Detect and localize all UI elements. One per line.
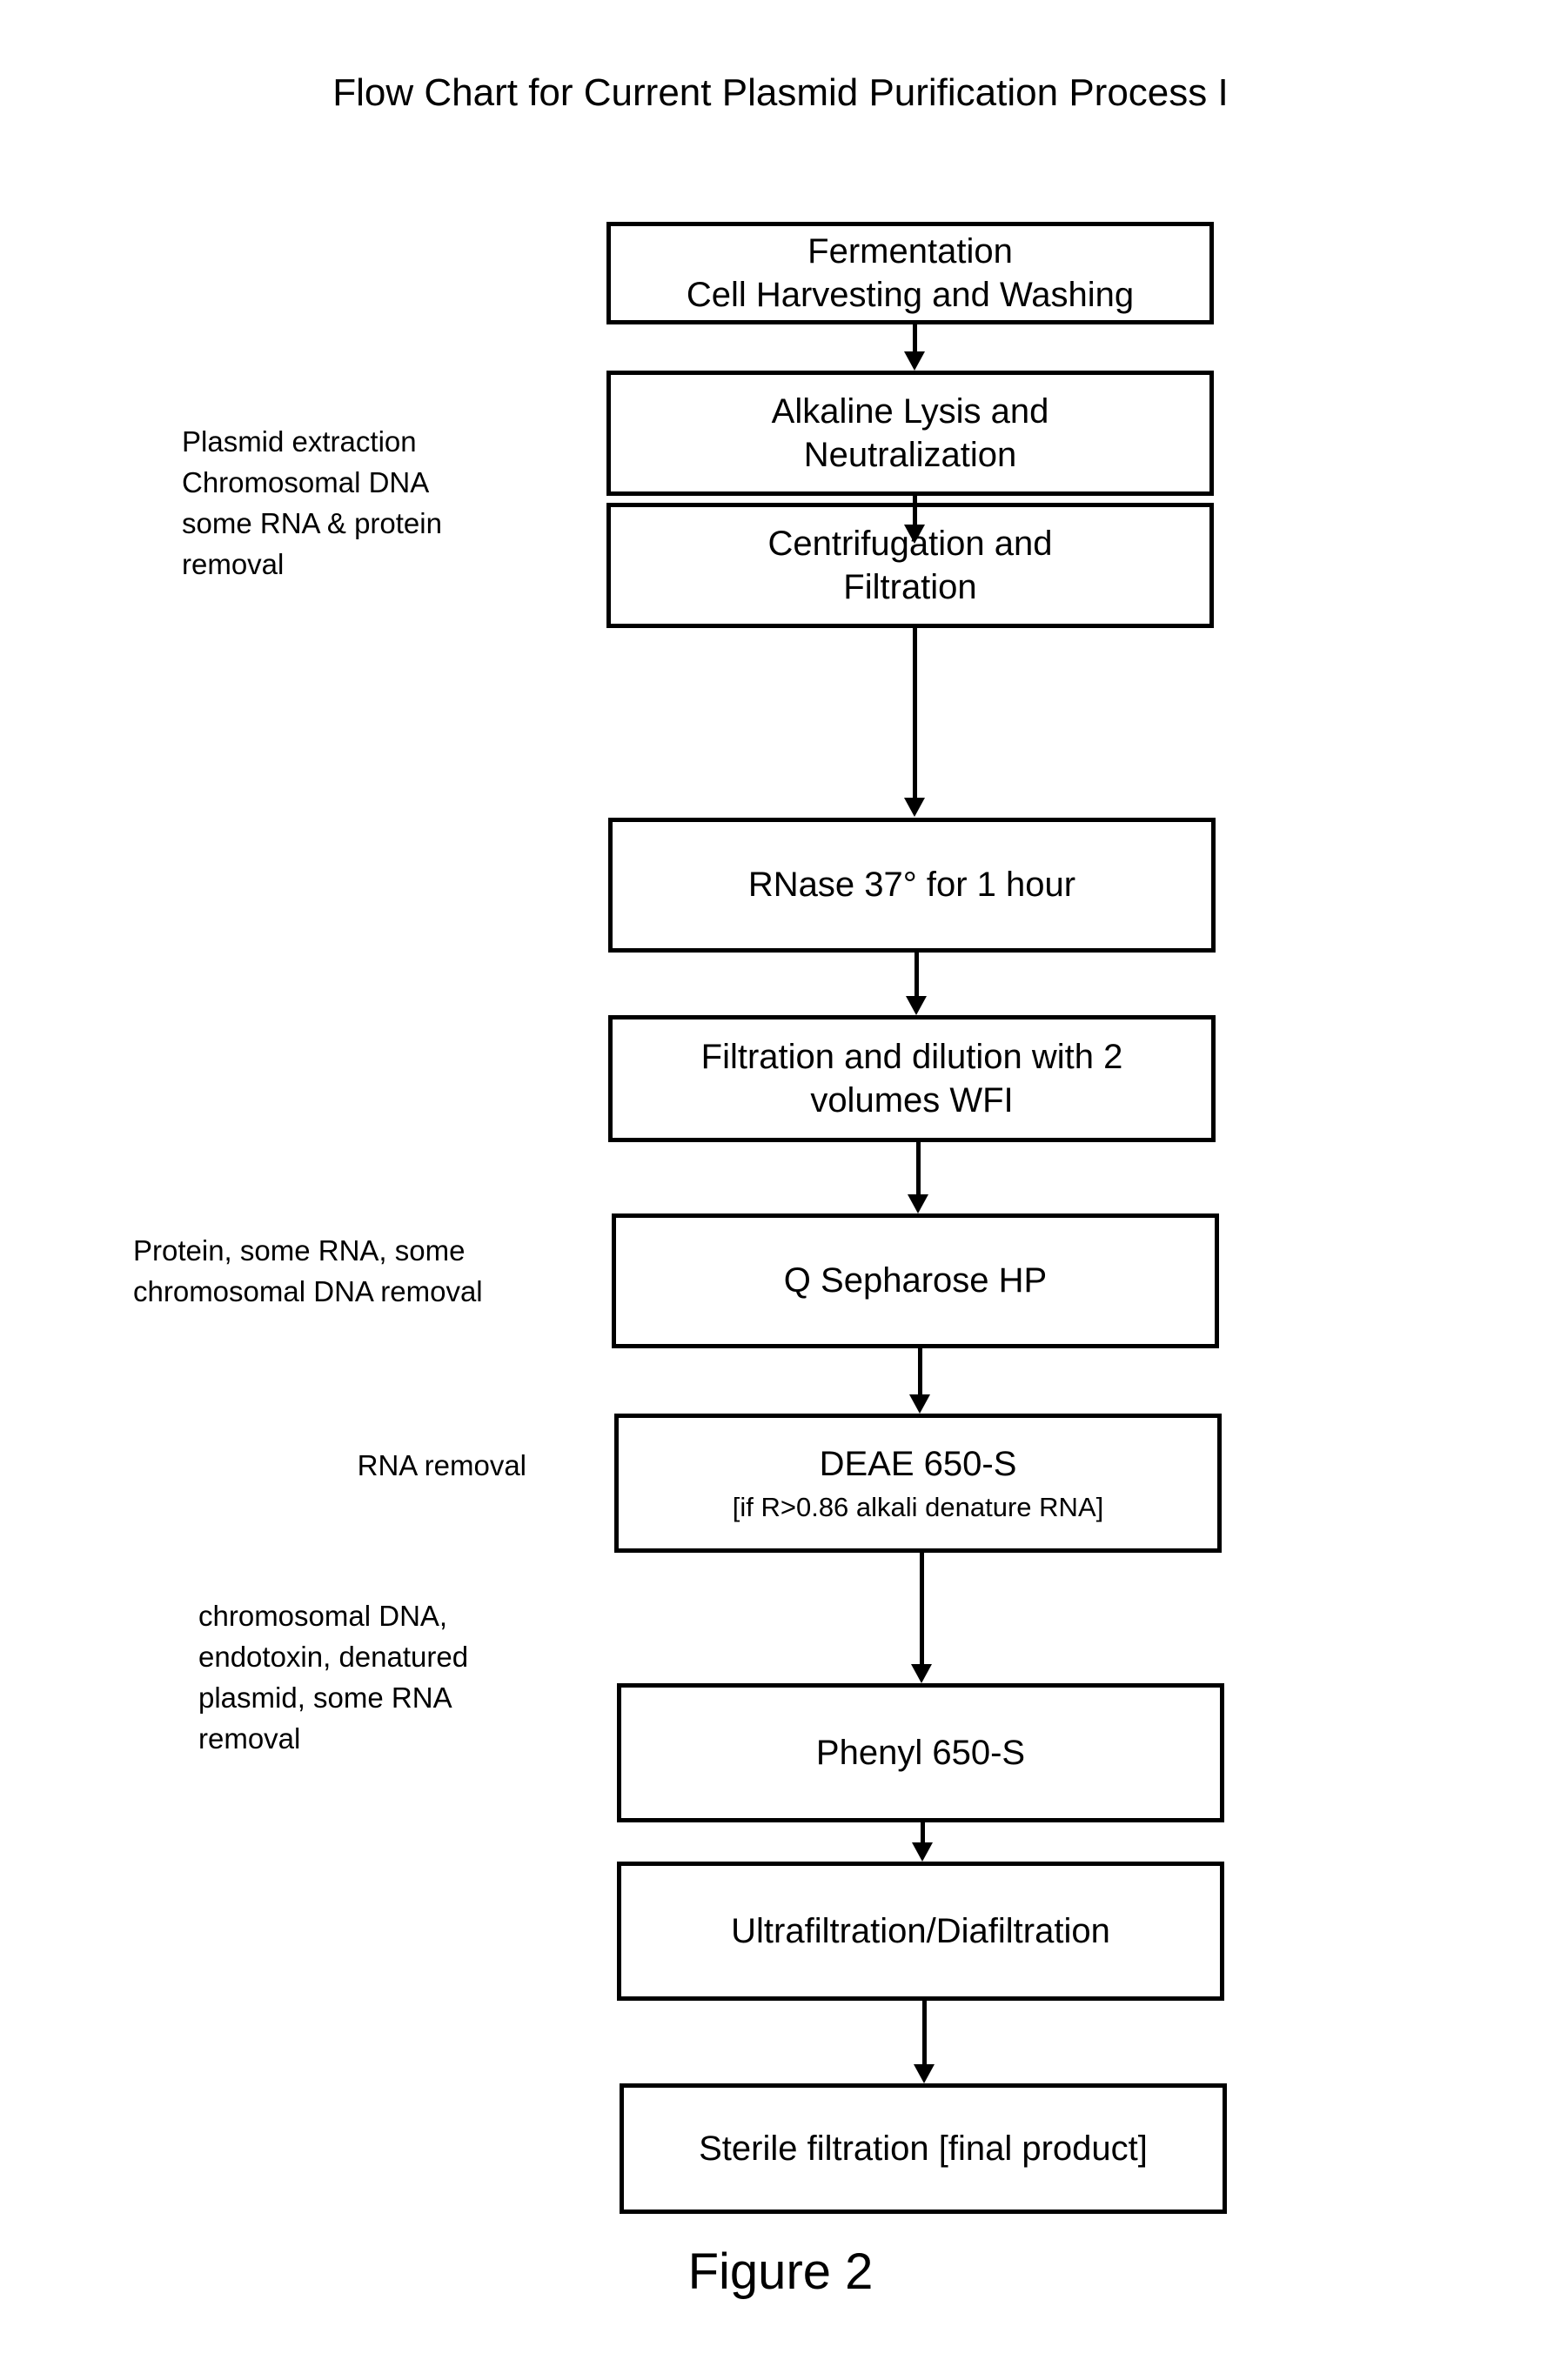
figure-page: Flow Chart for Current Plasmid Purificat… [0,0,1561,2380]
flow-box-fermentation-line1: Fermentation [807,231,1013,271]
arrow-head [911,1664,932,1683]
arrow-head [908,1194,928,1213]
flow-box-centrifugation-line2: Filtration [843,568,977,606]
arrow-stem [916,1142,921,1196]
annotation-plasmid-extraction: Plasmid extraction Chromosomal DNA some … [182,425,442,580]
arrow-head [912,1842,933,1862]
annotation-rna-removal: RNA removal [357,1449,526,1481]
annotation-protein-rna-removal: Protein, some RNA, some chromosomal DNA … [133,1234,483,1307]
arrow-stem [913,496,917,527]
arrow-stem [918,1348,922,1396]
flow-box-q-sepharose: Q Sepharose HP [612,1213,1219,1348]
flow-box-fermentation-line2: Cell Harvesting and Washing [686,276,1135,314]
flow-box-ultrafiltration: Ultrafiltration/Diafiltration [617,1862,1224,2001]
flow-box-phenyl-line1: Phenyl 650-S [815,1733,1026,1772]
arrow-head [904,525,925,544]
flow-box-alkaline-lysis: Alkaline Lysis and Neutralization [606,371,1214,496]
flow-box-rnase: RNase 37° for 1 hour [608,818,1216,953]
arrow-stem [914,953,919,998]
arrow-stem [913,324,917,353]
arrow-stem [920,1553,924,1666]
flow-box-filtration-dilution-line2: volumes WFI [810,1081,1014,1120]
flow-box-phenyl: Phenyl 650-S [617,1683,1224,1822]
flow-box-deae-line1: DEAE 650-S [819,1445,1017,1484]
flow-box-deae: DEAE 650-S [if R>0.86 alkali denature RN… [614,1414,1222,1553]
annotation-chromosomal-dna-removal: chromosomal DNA, endotoxin, denatured pl… [198,1600,469,1755]
flow-box-filtration-dilution-line1: Filtration and dilution with 2 [700,1037,1123,1076]
flow-box-fermentation: Fermentation Cell Harvesting and Washing [606,222,1214,324]
arrow-stem [913,628,917,799]
flow-box-deae-condition: [if R>0.86 alkali denature RNA] [732,1491,1104,1522]
flow-box-q-sepharose-line1: Q Sepharose HP [783,1261,1048,1300]
flow-box-rnase-line1: RNase 37° for 1 hour [747,866,1076,905]
page-title: Flow Chart for Current Plasmid Purificat… [332,71,1229,114]
arrow-stem [922,2001,927,2066]
flow-box-alkaline-lysis-line2: Neutralization [803,436,1017,474]
arrow-head [904,351,925,371]
flow-box-filtration-dilution: Filtration and dilution with 2 volumes W… [608,1015,1216,1142]
arrow-head [909,1394,930,1414]
flow-box-alkaline-lysis-line1: Alkaline Lysis and [771,391,1049,431]
arrow-head [904,798,925,817]
figure-caption: Figure 2 [687,2243,874,2300]
arrow-head [914,2064,935,2083]
flow-box-centrifugation: Centrifugation and Filtration [606,503,1214,628]
flow-box-sterile-filtration: Sterile filtration [final product] [620,2083,1227,2214]
flow-box-sterile-filtration-line1: Sterile filtration [final product] [699,2129,1148,2168]
flow-box-ultrafiltration-line1: Ultrafiltration/Diafiltration [731,1911,1110,1950]
arrow-head [906,996,927,1015]
